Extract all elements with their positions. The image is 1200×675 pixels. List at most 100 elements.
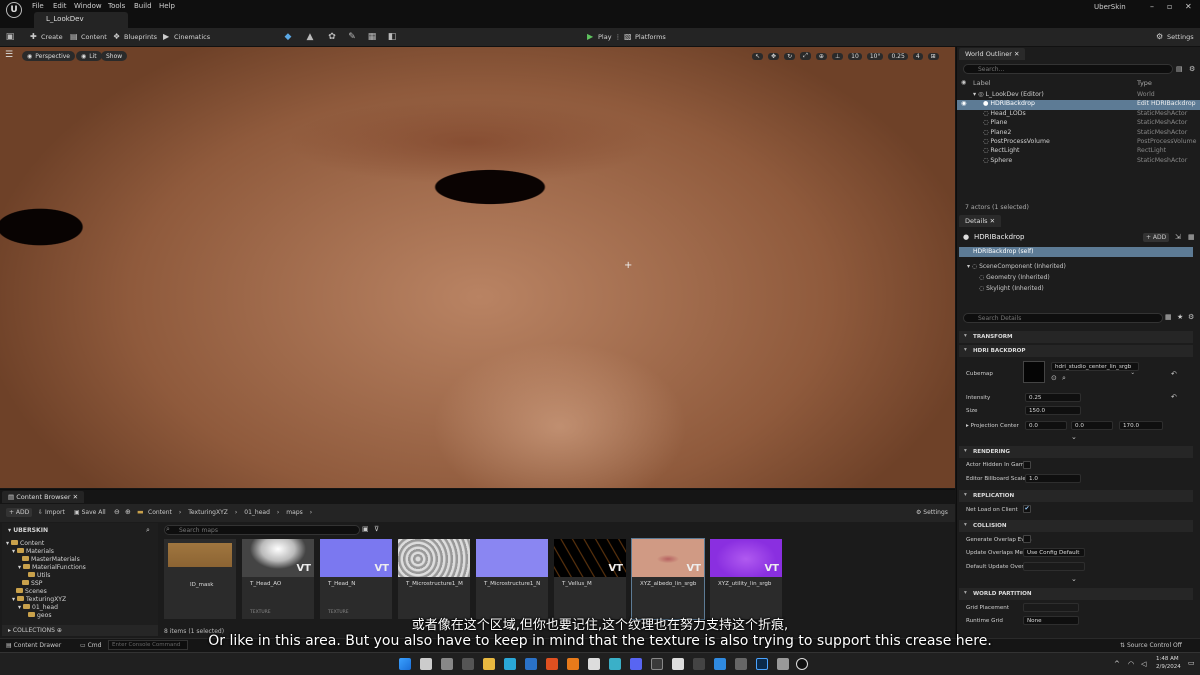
asset-tile[interactable]: VT T_Vellus_M xyxy=(554,539,626,619)
save-search-icon[interactable]: ▣ xyxy=(362,525,369,533)
history-back-icon[interactable]: ⊖ xyxy=(114,508,120,516)
terminal-icon[interactable] xyxy=(693,658,705,670)
settings-button[interactable]: ⚙ Settings xyxy=(1156,33,1194,42)
file-explorer-icon[interactable] xyxy=(483,658,495,670)
menu-file[interactable]: File xyxy=(32,2,44,10)
close-tab-icon[interactable]: ✕ xyxy=(73,493,78,501)
tree-item-content[interactable]: ▾ Content xyxy=(6,540,44,548)
asset-tile[interactable]: VT T_Head_N TEXTURE xyxy=(320,539,392,619)
property-matrix-icon[interactable]: ▦ xyxy=(1165,313,1172,321)
asset-tile[interactable]: T_Microstructure1_M xyxy=(398,539,470,619)
select-tool-icon[interactable]: ↖ xyxy=(752,52,764,60)
overlap-events-checkbox[interactable] xyxy=(1023,535,1031,543)
outliner-row[interactable]: ◌ PostProcessVolume PostProcessVolume xyxy=(957,138,1200,147)
update-overlaps-dropdown[interactable]: Use Config Default xyxy=(1023,548,1085,557)
filter-icon[interactable]: ⊽ xyxy=(374,525,379,533)
unreal-logo-icon[interactable]: U xyxy=(6,2,22,18)
menu-build[interactable]: Build xyxy=(134,2,152,10)
app-icon[interactable] xyxy=(777,658,789,670)
scale-snap-value[interactable]: 0.25 xyxy=(888,52,908,60)
landscape-mode-icon[interactable]: ▲ xyxy=(305,32,315,42)
minimize-icon[interactable]: – xyxy=(1150,2,1154,11)
maximize-viewport-icon[interactable]: ⊞ xyxy=(927,52,939,60)
blueprints-button[interactable]: ❖ Blueprints xyxy=(113,33,157,42)
rotate-tool-icon[interactable]: ↻ xyxy=(784,52,796,60)
projection-z-field[interactable]: 170.0 xyxy=(1119,421,1163,430)
tree-item-utils[interactable]: Utils xyxy=(28,572,50,580)
gear-icon[interactable]: ⚙ xyxy=(1188,313,1194,321)
chrome-icon[interactable] xyxy=(588,658,600,670)
save-icon[interactable]: ▣ xyxy=(5,32,15,42)
close-tab-icon[interactable]: ✕ xyxy=(1014,50,1019,58)
outliner-row[interactable]: ◉ ● HDRIBackdrop Edit HDRIBackdrop xyxy=(957,100,1200,110)
add-asset-button[interactable]: + ADD xyxy=(6,508,33,517)
discord-icon[interactable] xyxy=(630,658,642,670)
details-search-input[interactable]: Search Details xyxy=(963,313,1163,323)
gear-icon[interactable]: ⚙ xyxy=(1189,65,1195,73)
menu-window[interactable]: Window xyxy=(74,2,102,10)
outliner-row[interactable]: ◌ Head_LODs StaticMeshActor xyxy=(957,110,1200,119)
settings-icon[interactable]: ▦ xyxy=(1188,233,1195,241)
move-tool-icon[interactable]: ✥ xyxy=(768,52,780,60)
section-world-partition[interactable]: WORLD PARTITION xyxy=(959,588,1193,600)
world-space-icon[interactable]: ⊕ xyxy=(815,52,827,60)
windows-start-icon[interactable] xyxy=(399,658,411,670)
details-tab[interactable]: Details ✕ xyxy=(959,215,1002,227)
breadcrumb-content[interactable]: Content xyxy=(148,509,172,516)
vscode-icon[interactable] xyxy=(714,658,726,670)
scale-tool-icon[interactable]: ⤢ xyxy=(800,52,811,60)
outliner-row[interactable]: ◌ Plane2 StaticMeshActor xyxy=(957,129,1200,138)
default-update-dropdown[interactable] xyxy=(1023,562,1085,571)
maximize-icon[interactable]: ▫ xyxy=(1167,2,1172,11)
foliage-mode-icon[interactable]: ✿ xyxy=(327,32,337,42)
select-mode-icon[interactable]: ◆ xyxy=(283,32,293,42)
outliner-search-input[interactable]: Search... xyxy=(963,64,1173,74)
asset-tile[interactable]: VT T_Head_AO TEXTURE xyxy=(242,539,314,619)
wifi-icon[interactable]: ◠ xyxy=(1128,660,1134,668)
browse-icon[interactable]: ⊙ xyxy=(1051,374,1057,382)
platforms-button[interactable]: ▧ Platforms xyxy=(624,33,666,42)
play-button[interactable]: ▶ Play ⋮ xyxy=(587,33,622,42)
modeling-mode-icon[interactable]: ◧ xyxy=(387,32,397,42)
tray-chevron-icon[interactable]: ^ xyxy=(1114,660,1120,668)
cubemap-thumbnail[interactable] xyxy=(1023,361,1045,383)
tree-item-scenes[interactable]: Scenes xyxy=(16,588,47,596)
world-outliner-tab[interactable]: World Outliner ✕ xyxy=(959,48,1026,60)
save-all-button[interactable]: ▣ Save All xyxy=(74,509,106,516)
unreal-engine-icon[interactable] xyxy=(796,658,808,670)
asset-search-input[interactable]: Search maps xyxy=(164,525,360,535)
reset-icon[interactable]: ↶ xyxy=(1171,370,1177,378)
size-field[interactable]: 150.0 xyxy=(1025,406,1081,415)
notifications-icon[interactable]: ▭ xyxy=(1188,659,1195,667)
play-options-icon[interactable]: ⋮ xyxy=(615,33,622,41)
add-filter-icon[interactable]: ▤ xyxy=(1176,65,1183,73)
mesh-paint-icon[interactable]: ✎ xyxy=(347,32,357,42)
component-skylight[interactable]: ◌ Skylight (Inherited) xyxy=(979,285,1044,292)
tree-item-ssp[interactable]: SSP xyxy=(22,580,42,588)
close-tab-icon[interactable]: ✕ xyxy=(990,217,995,225)
eye-icon[interactable]: ◉ xyxy=(961,100,966,107)
hidden-in-game-checkbox[interactable] xyxy=(1023,461,1031,469)
projection-y-field[interactable]: 0.0 xyxy=(1071,421,1113,430)
lit-button[interactable]: ◉ Lit xyxy=(76,51,102,61)
menu-help[interactable]: Help xyxy=(159,2,175,10)
billboard-scale-field[interactable]: 1.0 xyxy=(1025,474,1081,483)
viewport-menu-icon[interactable]: ☰ xyxy=(4,50,14,60)
tree-item-01-head[interactable]: ▾ 01_head xyxy=(18,604,58,612)
history-forward-icon[interactable]: ⊕ xyxy=(125,508,131,516)
asset-tile[interactable]: T_Microstructure1_N xyxy=(476,539,548,619)
content-button[interactable]: ▤ Content xyxy=(70,33,107,42)
outliner-row[interactable]: ▾ ◎ L_LookDev (Editor) World xyxy=(957,91,1200,100)
net-load-checkbox[interactable]: ✔ xyxy=(1023,505,1031,513)
surface-snap-icon[interactable]: ⊥ xyxy=(831,52,844,60)
import-button[interactable]: ⇩ Import xyxy=(38,509,65,516)
section-collision[interactable]: COLLISION xyxy=(959,520,1193,532)
component-geometry[interactable]: ◌ Geometry (Inherited) xyxy=(979,274,1050,281)
taskbar-date[interactable]: 2/9/2024 xyxy=(1156,664,1181,670)
search-icon[interactable] xyxy=(420,658,432,670)
tree-item-texturingxyz[interactable]: ▾ TexturingXYZ xyxy=(12,596,66,604)
content-browser-tab[interactable]: ▤ Content Browser ✕ xyxy=(2,491,85,503)
cb-settings-button[interactable]: ⚙ Settings xyxy=(916,509,948,516)
add-component-button[interactable]: + ADD xyxy=(1143,233,1170,242)
notepad-icon[interactable] xyxy=(672,658,684,670)
